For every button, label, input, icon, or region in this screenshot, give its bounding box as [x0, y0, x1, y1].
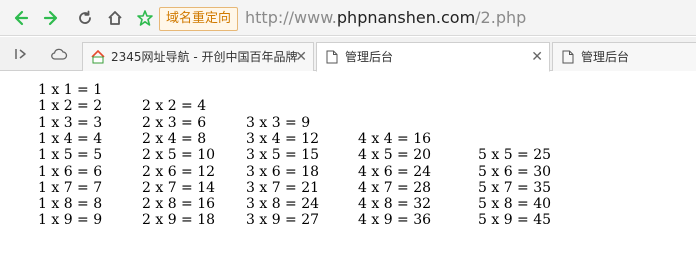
table-cell: 3 x 5 = 15	[246, 147, 320, 164]
tab-label: 2345网址导航 - 开创中国百年品牌	[111, 50, 298, 64]
table-cell: 5 x 6 = 30	[478, 163, 552, 180]
table-cell: 4 x 5 = 20	[358, 147, 432, 164]
table-row: 1 x 6 = 6 2 x 6 = 12 3 x 6 = 18 4 x 6 = 24 5…	[0, 164, 696, 180]
table-cell: 1 x 8 = 8	[38, 196, 103, 213]
table-cell: 2 x 7 = 14	[142, 179, 216, 196]
table-cell: 3 x 4 = 12	[246, 130, 320, 147]
table-cell: 2 x 8 = 16	[142, 196, 216, 213]
table-cell: 5 x 9 = 45	[478, 212, 552, 229]
document-icon	[325, 50, 339, 64]
table-cell: 2 x 3 = 6	[142, 114, 207, 131]
tab-admin[interactable]: 管理后台	[552, 42, 696, 71]
home-icon[interactable]	[103, 6, 127, 30]
cloud-icon[interactable]	[49, 44, 69, 64]
url-suffix: /2.php	[475, 8, 527, 27]
table-row: 1 x 1 = 1	[0, 82, 696, 98]
table-cell: 4 x 8 = 32	[358, 196, 432, 213]
table-cell: 1 x 9 = 9	[38, 212, 103, 229]
table-cell: 4 x 7 = 28	[358, 179, 432, 196]
table-row: 1 x 9 = 9 2 x 9 = 18 3 x 9 = 27 4 x 9 = 36 5…	[0, 212, 696, 228]
tab-2345[interactable]: 2345网址导航 - 开创中国百年品牌 ✕	[82, 42, 314, 71]
back-arrow-icon[interactable]	[9, 6, 33, 30]
url-host: phpnanshen.com	[336, 8, 476, 27]
tab-label: 管理后台	[345, 50, 394, 64]
table-cell: 5 x 8 = 40	[478, 196, 552, 213]
table-cell: 3 x 8 = 24	[246, 196, 320, 213]
table-cell: 1 x 2 = 2	[38, 98, 103, 115]
table-cell: 1 x 3 = 3	[38, 114, 103, 131]
table-cell: 1 x 1 = 1	[38, 82, 103, 98]
2345-logo-icon	[91, 50, 105, 64]
tab-strip: 2345网址导航 - 开创中国百年品牌 ✕ 管理后台 ✕ 管理后台	[0, 37, 696, 72]
table-cell: 4 x 6 = 24	[358, 163, 432, 180]
table-cell: 3 x 7 = 21	[246, 179, 320, 196]
page-content: 1 x 1 = 11 x 2 = 2 2 x 2 = 4 1 x 3 = 3 2 x …	[0, 72, 696, 263]
table-row: 1 x 7 = 7 2 x 7 = 14 3 x 7 = 21 4 x 7 = 28 5…	[0, 180, 696, 196]
table-cell: 3 x 9 = 27	[246, 212, 320, 229]
table-cell: 2 x 9 = 18	[142, 212, 216, 229]
table-cell: 2 x 4 = 8	[142, 130, 207, 147]
table-cell: 1 x 6 = 6	[38, 163, 103, 180]
tab-admin-active[interactable]: 管理后台 ✕	[316, 42, 550, 72]
table-cell: 3 x 6 = 18	[246, 163, 320, 180]
table-row: 1 x 3 = 3 2 x 3 = 6 3 x 3 = 9	[0, 115, 696, 131]
table-row: 1 x 5 = 5 2 x 5 = 10 3 x 5 = 15 4 x 5 = 20 5…	[0, 147, 696, 163]
table-cell: 2 x 5 = 10	[142, 147, 216, 164]
table-cell: 4 x 9 = 36	[358, 212, 432, 229]
address-bar[interactable]: http://www.phpnanshen.com/2.php	[245, 7, 685, 29]
table-cell: 3 x 3 = 9	[246, 114, 311, 131]
reload-icon[interactable]	[73, 6, 97, 30]
table-cell: 4 x 4 = 16	[358, 130, 432, 147]
tab-label: 管理后台	[581, 50, 630, 64]
table-cell: 2 x 2 = 4	[142, 98, 207, 115]
redirect-badge[interactable]: 域名重定向	[159, 7, 239, 31]
forward-arrow-icon[interactable]	[39, 6, 63, 30]
browser-toolbar: 域名重定向 http://www.phpnanshen.com/2.php	[0, 0, 696, 36]
sidebar-toggle-icon[interactable]	[11, 44, 31, 64]
table-cell: 5 x 7 = 35	[478, 179, 552, 196]
url-prefix: http://www.	[245, 8, 337, 27]
table-cell: 5 x 5 = 25	[478, 147, 552, 164]
table-row: 1 x 2 = 2 2 x 2 = 4	[0, 98, 696, 114]
table-cell: 1 x 7 = 7	[38, 179, 103, 196]
table-cell: 1 x 4 = 4	[38, 130, 103, 147]
table-cell: 1 x 5 = 5	[38, 147, 103, 164]
favorite-star-icon[interactable]	[133, 6, 157, 30]
table-row: 1 x 4 = 4 2 x 4 = 8 3 x 4 = 12 4 x 4 = 16	[0, 131, 696, 147]
table-cell: 2 x 6 = 12	[142, 163, 216, 180]
document-icon	[561, 50, 575, 64]
close-icon[interactable]: ✕	[531, 43, 543, 71]
close-icon[interactable]: ✕	[295, 43, 307, 71]
table-row: 1 x 8 = 8 2 x 8 = 16 3 x 8 = 24 4 x 8 = 32 5…	[0, 196, 696, 212]
